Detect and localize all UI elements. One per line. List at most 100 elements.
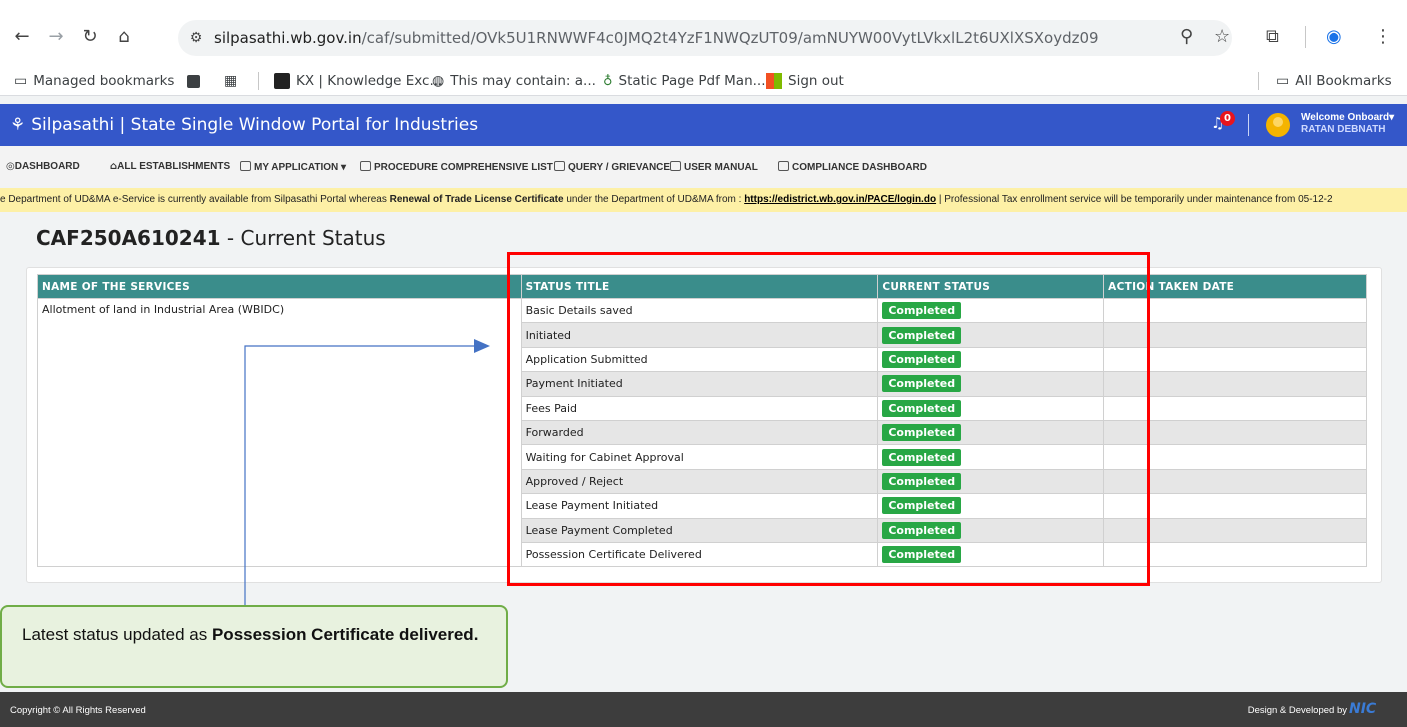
status-badge: Completed xyxy=(882,375,962,393)
announcement-marquee: e Department of UD&MA e-Service is curre… xyxy=(0,188,1407,212)
action-date xyxy=(1103,444,1367,470)
status-badge: Completed xyxy=(882,399,962,417)
service-name: Allotment of land in Industrial Area (WB… xyxy=(37,297,522,568)
status-cell: Completed xyxy=(877,419,1105,446)
user-name: RATAN DEBNATH xyxy=(1301,124,1386,135)
microsoft-logo-icon xyxy=(766,73,782,89)
reload-icon[interactable]: ↻ xyxy=(76,22,104,50)
back-icon[interactable]: ← xyxy=(8,22,36,50)
list-icon xyxy=(360,161,371,171)
app-header: ⚘ Silpasathi | State Single Window Porta… xyxy=(0,104,1407,146)
list-icon xyxy=(670,161,681,171)
menu-compliance-dashboard[interactable]: COMPLIANCE DASHBOARD xyxy=(778,161,927,173)
profile-icon[interactable]: ◉ xyxy=(1326,22,1342,50)
status-badge: Completed xyxy=(882,472,962,490)
status-badge: Completed xyxy=(882,424,962,442)
status-cell: Completed xyxy=(877,541,1105,568)
folder-icon: ▭ xyxy=(1276,73,1290,89)
tab-strip xyxy=(0,0,1407,6)
bookmark-star-icon[interactable]: ☆ xyxy=(1214,22,1230,50)
document-icon xyxy=(240,161,251,171)
app-title[interactable]: ⚘ Silpasathi | State Single Window Porta… xyxy=(10,115,478,135)
caret-down-icon: ▾ xyxy=(1389,112,1395,123)
status-cell: Completed xyxy=(877,346,1105,373)
status-title: Initiated xyxy=(520,322,879,348)
bookmark-kx[interactable]: KX | Knowledge Exc... xyxy=(274,70,442,92)
bookmark-divider xyxy=(258,72,259,90)
menu-dashboard[interactable]: ◎DASHBOARD xyxy=(6,161,80,172)
bookmark-apps[interactable]: ▦ xyxy=(224,70,237,92)
apps-grid-icon: ▦ xyxy=(224,73,238,89)
menu-all-establishments[interactable]: ⌂ALL ESTABLISHMENTS xyxy=(110,161,230,172)
status-cell: Completed xyxy=(877,493,1105,519)
globe-icon: ◍ xyxy=(432,73,445,89)
bookmarks-bar: ▭ Managed bookmarks ▦ KX | Knowledge Exc… xyxy=(0,66,1407,96)
status-badge: Completed xyxy=(882,326,962,344)
action-date xyxy=(1103,346,1367,373)
status-cell: Completed xyxy=(877,468,1105,495)
menu-procedure-list[interactable]: PROCEDURE COMPREHENSIVE LIST xyxy=(360,161,553,173)
dashboard-icon: ◎ xyxy=(6,161,15,172)
site-info-icon[interactable]: ⚙ xyxy=(178,30,214,46)
caret-down-icon: ▾ xyxy=(341,162,347,173)
col-header-status-title: STATUS TITLE xyxy=(520,274,879,299)
action-date xyxy=(1103,517,1367,543)
status-cell: Completed xyxy=(877,371,1105,397)
caf-id: CAF250A610241 xyxy=(36,226,221,250)
edistrict-link[interactable]: https://edistrict.wb.gov.in/PACE/login.d… xyxy=(744,194,936,205)
bookmark-square[interactable] xyxy=(187,70,200,92)
col-header-service: NAME OF THE SERVICES xyxy=(37,274,522,299)
main-menu: ◎DASHBOARD ⌂ALL ESTABLISHMENTS MY APPLIC… xyxy=(0,146,1407,186)
menu-user-manual[interactable]: USER MANUAL xyxy=(670,161,758,173)
status-cell: Completed xyxy=(877,395,1105,421)
status-title: Waiting for Cabinet Approval xyxy=(520,444,879,470)
forward-icon[interactable]: → xyxy=(42,22,70,50)
status-badge: Completed xyxy=(882,448,962,466)
managed-folder-icon: ▭ xyxy=(14,73,28,89)
action-date xyxy=(1103,297,1367,324)
list-icon xyxy=(778,161,789,171)
address-bar[interactable]: ⚙ silpasathi.wb.gov.in/caf/submitted/OVk… xyxy=(178,20,1232,56)
table-header-row: NAME OF THE SERVICES STATUS TITLE CURREN… xyxy=(37,274,1367,299)
menu-query-grievance[interactable]: QUERY / GRIEVANCE xyxy=(554,161,670,173)
avatar[interactable] xyxy=(1266,113,1290,137)
notification-bell[interactable]: ♫ 0 xyxy=(1211,111,1235,136)
bookmark-static-page[interactable]: ♁ Static Page Pdf Man... xyxy=(603,70,766,92)
status-badge: Completed xyxy=(882,497,962,515)
list-icon xyxy=(554,161,565,171)
footer: Copyright © All Rights Reserved Design &… xyxy=(0,692,1407,727)
nic-logo: NIC xyxy=(1349,701,1377,717)
action-date xyxy=(1103,419,1367,446)
zoom-icon[interactable]: ⚲ xyxy=(1180,22,1193,50)
status-title: Lease Payment Initiated xyxy=(520,493,879,519)
status-title: Approved / Reject xyxy=(520,468,879,495)
menu-my-application[interactable]: MY APPLICATION ▾ xyxy=(240,161,346,173)
action-date xyxy=(1103,468,1367,495)
home-icon[interactable]: ⌂ xyxy=(110,22,138,50)
status-table: NAME OF THE SERVICES STATUS TITLE CURREN… xyxy=(37,274,1367,568)
action-date xyxy=(1103,322,1367,348)
status-cell: Completed xyxy=(877,322,1105,348)
bookmark-pinterest[interactable]: ◍ This may contain: a... xyxy=(432,70,596,92)
bookmark-sign-out[interactable]: Sign out xyxy=(766,70,844,92)
callout-note: Latest status updated as Possession Cert… xyxy=(0,605,508,688)
toolbar-divider xyxy=(1305,26,1306,48)
action-date xyxy=(1103,493,1367,519)
all-bookmarks[interactable]: ▭ All Bookmarks xyxy=(1276,70,1392,92)
browser-toolbar: ← → ↻ ⌂ ⚙ silpasathi.wb.gov.in/caf/submi… xyxy=(0,0,1407,72)
status-title: Forwarded xyxy=(520,419,879,446)
action-date xyxy=(1103,371,1367,397)
action-date xyxy=(1103,395,1367,421)
user-menu[interactable]: Welcome Onboard▾ RATAN DEBNATH xyxy=(1301,112,1394,136)
status-badge: Completed xyxy=(882,521,962,539)
status-badge: Completed xyxy=(882,350,962,368)
menu-kebab-icon[interactable]: ⋮ xyxy=(1374,22,1392,50)
extensions-icon[interactable]: ⧉ xyxy=(1266,22,1279,50)
action-date xyxy=(1103,541,1367,568)
bookmark-divider-right xyxy=(1258,72,1259,90)
table-row: Allotment of land in Industrial Area (WB… xyxy=(37,297,1367,568)
status-badge: Completed xyxy=(882,302,962,320)
col-header-current-status: CURRENT STATUS xyxy=(877,274,1105,299)
bookmark-managed[interactable]: ▭ Managed bookmarks xyxy=(14,70,174,92)
url-text[interactable]: silpasathi.wb.gov.in/caf/submitted/OVk5U… xyxy=(214,29,1099,47)
